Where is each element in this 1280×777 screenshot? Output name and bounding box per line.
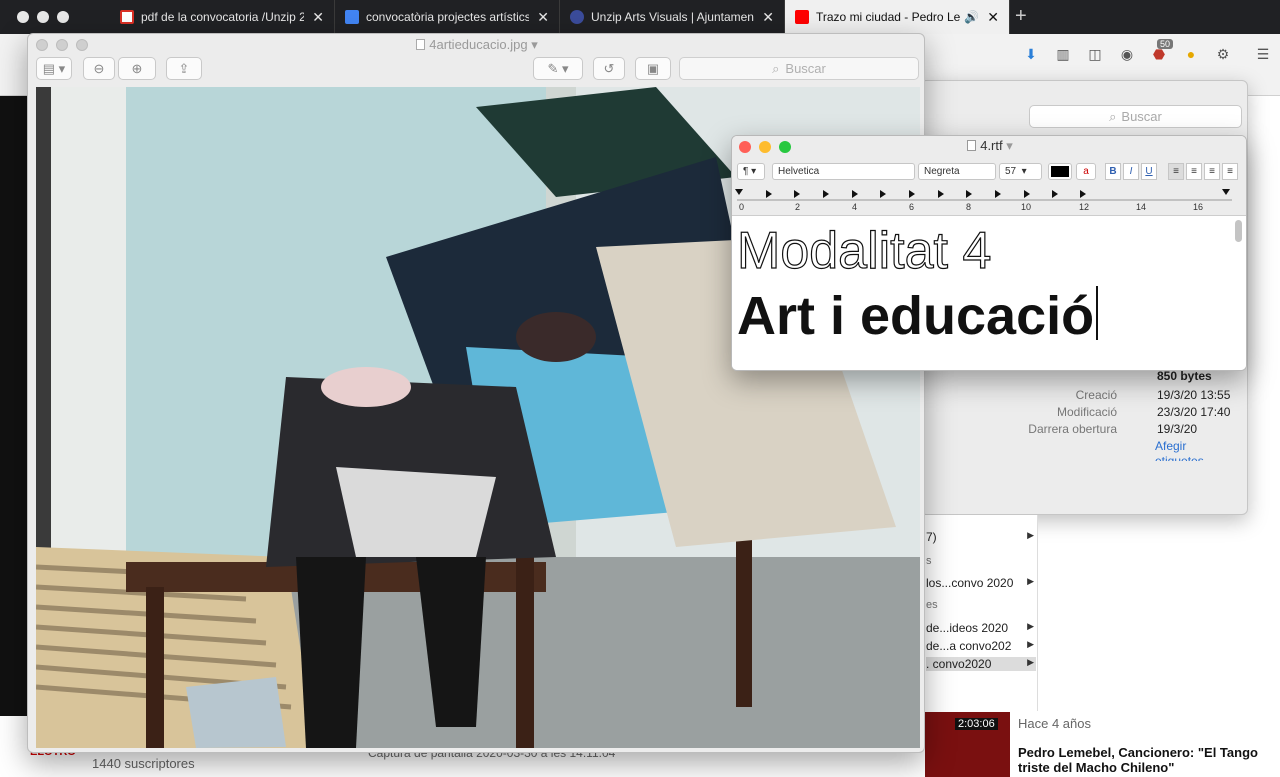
window-zoom-button[interactable] bbox=[57, 11, 69, 23]
ruler-ticks bbox=[735, 189, 1232, 201]
document-line-outline: Modalitat 4 bbox=[736, 221, 992, 280]
preview-search-field[interactable]: ⌕ Buscar bbox=[679, 57, 919, 80]
textedit-window: 4.rtf ▾ ¶ ▾ Helvetica Negreta 57 ▾ a B I… bbox=[731, 135, 1247, 371]
search-icon: ⌕ bbox=[772, 60, 780, 76]
ruler-number: 12 bbox=[1079, 202, 1090, 212]
tab-youtube[interactable]: Trazo mi ciudad - Pedro Lem 🔊 ✕ bbox=[785, 0, 1010, 34]
youtube-icon bbox=[795, 10, 809, 24]
zoom-in-button[interactable]: ⊕ bbox=[118, 57, 156, 80]
info-key: Modificació bbox=[1056, 405, 1117, 419]
finder-column-list: 7) ▶ s los...convo 2020 ▶ es de...ideos 20… bbox=[920, 515, 1038, 711]
align-right-button[interactable]: ≡ bbox=[1204, 163, 1220, 180]
font-weight-select[interactable]: Negreta bbox=[918, 163, 996, 180]
subscriber-count: 1440 suscriptores bbox=[92, 756, 195, 771]
docs-icon bbox=[345, 10, 359, 24]
list-item[interactable]: de...ideos 2020 ▶ bbox=[926, 621, 1036, 635]
finder-search-field[interactable]: ⌕ Buscar bbox=[1029, 105, 1242, 128]
ruler-number: 10 bbox=[1021, 202, 1032, 212]
file-size: 850 bytes bbox=[1157, 369, 1212, 383]
ruler-number: 4 bbox=[852, 202, 858, 212]
tab-label: Trazo mi ciudad - Pedro Lem bbox=[816, 10, 961, 24]
sidebar-toggle-button[interactable]: ▤ ▾ bbox=[36, 57, 72, 80]
page-edge bbox=[0, 96, 28, 716]
close-tab-icon[interactable]: ✕ bbox=[987, 9, 999, 26]
font-size-field[interactable]: 57 ▾ bbox=[999, 163, 1042, 180]
share-button[interactable]: ⇪ bbox=[166, 57, 202, 80]
window-minimize-button[interactable] bbox=[37, 11, 49, 23]
info-value: 19/3/20 13:55 bbox=[1157, 388, 1231, 402]
text-color-button[interactable] bbox=[1048, 163, 1072, 180]
close-tab-icon[interactable]: ✕ bbox=[762, 9, 774, 26]
audio-icon[interactable]: 🔊 bbox=[964, 10, 979, 24]
library-icon[interactable]: ▥ bbox=[1054, 45, 1072, 63]
markup-button[interactable]: ✎ ▾ bbox=[533, 57, 583, 80]
sidebar-icon[interactable]: ◫ bbox=[1086, 45, 1104, 63]
site-icon bbox=[570, 10, 584, 24]
text-editor-area[interactable]: Modalitat 4 Art i educació bbox=[732, 216, 1246, 370]
info-value: 23/3/20 17:40 bbox=[1157, 405, 1231, 419]
browser-tab-bar: pdf de la convocatoria /Unzip 2 ✕ convoc… bbox=[0, 0, 1280, 34]
menu-icon[interactable]: ☰ bbox=[1254, 45, 1272, 63]
list-item[interactable]: 7) ▶ bbox=[926, 530, 1036, 544]
tools-icon[interactable]: ⚙ bbox=[1214, 45, 1232, 63]
rotate-button[interactable]: ↺ bbox=[593, 57, 625, 80]
document-line-bold: Art i educació bbox=[737, 284, 1099, 348]
add-tags-link[interactable]: Afegir etiquetes bbox=[1155, 439, 1235, 461]
italic-button[interactable]: I bbox=[1123, 163, 1139, 180]
tab-label: convocatòria projectes artístics bbox=[366, 10, 530, 24]
ruler-number: 16 bbox=[1193, 202, 1204, 212]
list-item[interactable]: los...convo 2020 ▶ bbox=[926, 576, 1036, 590]
align-center-button[interactable]: ≡ bbox=[1186, 163, 1202, 180]
ruler-number: 6 bbox=[909, 202, 915, 212]
close-tab-icon[interactable]: ✕ bbox=[312, 9, 324, 26]
info-key: Creació bbox=[1075, 388, 1117, 402]
window-title: 4.rtf ▾ bbox=[732, 138, 1246, 154]
ruler-number: 0 bbox=[739, 202, 745, 212]
video-title[interactable]: Pedro Lemebel, Cancionero: "El Tango tri… bbox=[1018, 745, 1258, 775]
tab-docs[interactable]: convocatòria projectes artístics ✕ bbox=[335, 0, 560, 34]
paragraph-style-select[interactable]: ¶ ▾ bbox=[737, 163, 765, 180]
textedit-toolbar: 4.rtf ▾ ¶ ▾ Helvetica Negreta 57 ▾ a B I… bbox=[732, 136, 1246, 216]
new-tab-button[interactable]: + bbox=[1015, 5, 1027, 28]
bold-button[interactable]: B bbox=[1105, 163, 1121, 180]
close-tab-icon[interactable]: ✕ bbox=[537, 9, 549, 26]
ruler-number: 8 bbox=[966, 202, 972, 212]
video-duration: 2:03:06 bbox=[955, 718, 998, 730]
align-left-button[interactable]: ≡ bbox=[1168, 163, 1184, 180]
underline-button[interactable]: U bbox=[1141, 163, 1157, 180]
search-icon: ⌕ bbox=[1109, 108, 1117, 124]
tab-gmail[interactable]: pdf de la convocatoria /Unzip 2 ✕ bbox=[110, 0, 335, 34]
extension-icon[interactable]: ● bbox=[1182, 45, 1200, 63]
search-placeholder: Buscar bbox=[785, 61, 826, 76]
info-value: 19/3/20 bbox=[1157, 422, 1198, 436]
extension-badge: 50 bbox=[1157, 39, 1174, 49]
toolbox-button[interactable]: ▣ bbox=[635, 57, 671, 80]
tab-label: Unzip Arts Visuals | Ajuntament bbox=[591, 10, 755, 24]
highlight-color-button[interactable]: a bbox=[1076, 163, 1096, 180]
info-key: Darrera obertura bbox=[1028, 422, 1117, 436]
text-caret bbox=[1096, 286, 1099, 340]
document-icon bbox=[967, 140, 977, 151]
window-close-button[interactable] bbox=[17, 11, 29, 23]
download-icon[interactable]: ⬇ bbox=[1022, 45, 1040, 63]
list-item[interactable]: es bbox=[926, 599, 1036, 611]
zoom-out-button[interactable]: ⊖ bbox=[83, 57, 115, 80]
scrollbar-thumb[interactable] bbox=[1235, 220, 1242, 242]
gmail-icon bbox=[120, 10, 134, 24]
font-family-select[interactable]: Helvetica bbox=[772, 163, 915, 180]
text-ruler[interactable]: 0 2 4 6 8 10 12 14 16 bbox=[732, 186, 1246, 216]
justify-button[interactable]: ≡ bbox=[1222, 163, 1238, 180]
list-item[interactable]: s bbox=[926, 555, 1036, 567]
tab-label: pdf de la convocatoria /Unzip 2 bbox=[141, 10, 305, 24]
account-icon[interactable]: ◉ bbox=[1118, 45, 1136, 63]
list-item-selected[interactable]: . convo2020 ▶ bbox=[926, 657, 1036, 671]
search-placeholder: Buscar bbox=[1121, 109, 1162, 124]
ruler-number: 2 bbox=[795, 202, 801, 212]
list-item[interactable]: de...a convo202 ▶ bbox=[926, 639, 1036, 653]
window-title: 4artieducacio.jpg ▾ bbox=[28, 34, 924, 56]
document-icon bbox=[416, 39, 426, 50]
tab-unzip[interactable]: Unzip Arts Visuals | Ajuntament ✕ bbox=[560, 0, 785, 34]
ruler-number: 14 bbox=[1136, 202, 1147, 212]
video-age: Hace 4 años bbox=[1018, 716, 1091, 731]
